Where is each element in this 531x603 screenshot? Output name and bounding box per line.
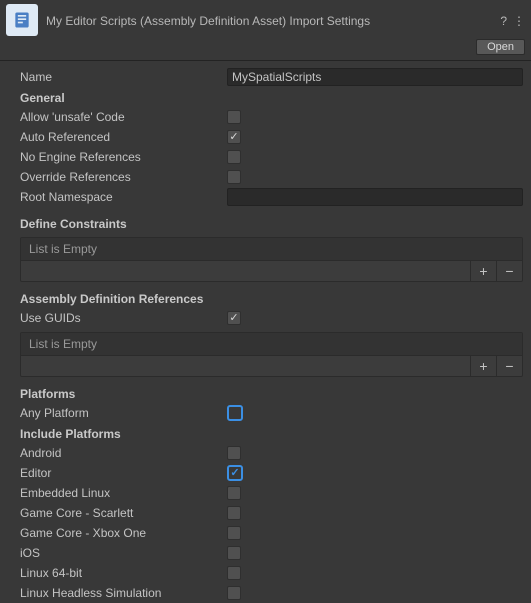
no-engine-refs-label: No Engine References xyxy=(20,150,227,164)
platform-row: iOS xyxy=(8,543,523,563)
define-constraints-label: Define Constraints xyxy=(8,207,523,233)
platform-checkbox[interactable] xyxy=(227,486,241,500)
asset-icon xyxy=(6,4,38,36)
platform-row: Game Core - Scarlett xyxy=(8,503,523,523)
platforms-label: Platforms xyxy=(8,377,523,403)
platform-checkbox[interactable] xyxy=(227,586,241,600)
platform-checkbox[interactable] xyxy=(227,465,243,481)
platform-label: Game Core - Xbox One xyxy=(20,526,227,540)
inspector-title: My Editor Scripts (Assembly Definition A… xyxy=(46,12,500,28)
platform-label: Game Core - Scarlett xyxy=(20,506,227,520)
platform-row: Linux Headless Simulation xyxy=(8,583,523,603)
menu-icon[interactable]: ⋮ xyxy=(513,14,525,28)
add-asmref-button[interactable]: + xyxy=(470,356,496,376)
use-guids-checkbox[interactable] xyxy=(227,311,241,325)
any-platform-label: Any Platform xyxy=(20,406,227,420)
name-label: Name xyxy=(20,70,227,84)
name-input[interactable] xyxy=(227,68,523,86)
platform-label: Editor xyxy=(20,466,227,480)
no-engine-refs-checkbox[interactable] xyxy=(227,150,241,164)
list-empty-text: List is Empty xyxy=(21,333,522,355)
platform-checkbox[interactable] xyxy=(227,566,241,580)
platform-label: Linux 64-bit xyxy=(20,566,227,580)
list-empty-text: List is Empty xyxy=(21,238,522,260)
any-platform-checkbox[interactable] xyxy=(227,405,243,421)
platform-label: Embedded Linux xyxy=(20,486,227,500)
root-namespace-label: Root Namespace xyxy=(20,190,227,204)
add-constraint-button[interactable]: + xyxy=(470,261,496,281)
platform-label: iOS xyxy=(20,546,227,560)
remove-constraint-button[interactable]: − xyxy=(496,261,522,281)
auto-referenced-checkbox[interactable] xyxy=(227,130,241,144)
include-platforms-label: Include Platforms xyxy=(8,423,523,443)
open-button[interactable]: Open xyxy=(476,39,525,55)
platform-label: Android xyxy=(20,446,227,460)
use-guids-label: Use GUIDs xyxy=(20,311,227,325)
remove-asmref-button[interactable]: − xyxy=(496,356,522,376)
platform-row: Game Core - Xbox One xyxy=(8,523,523,543)
platform-row: Embedded Linux xyxy=(8,483,523,503)
inspector-header: My Editor Scripts (Assembly Definition A… xyxy=(0,0,531,36)
platform-checkbox[interactable] xyxy=(227,526,241,540)
override-refs-checkbox[interactable] xyxy=(227,170,241,184)
platform-row: Linux 64-bit xyxy=(8,563,523,583)
root-namespace-input[interactable] xyxy=(227,188,523,206)
allow-unsafe-checkbox[interactable] xyxy=(227,110,241,124)
platform-row: Editor xyxy=(8,463,523,483)
auto-referenced-label: Auto Referenced xyxy=(20,130,227,144)
platform-checkbox[interactable] xyxy=(227,446,241,460)
platform-checkbox[interactable] xyxy=(227,546,241,560)
platform-row: Android xyxy=(8,443,523,463)
help-icon[interactable]: ? xyxy=(500,14,507,28)
asm-refs-label: Assembly Definition References xyxy=(8,282,523,308)
override-refs-label: Override References xyxy=(20,170,227,184)
asm-refs-list: List is Empty + − xyxy=(20,332,523,377)
define-constraints-list: List is Empty + − xyxy=(20,237,523,282)
general-section-label: General xyxy=(8,87,523,107)
platform-checkbox[interactable] xyxy=(227,506,241,520)
platform-label: Linux Headless Simulation xyxy=(20,586,227,600)
allow-unsafe-label: Allow 'unsafe' Code xyxy=(20,110,227,124)
